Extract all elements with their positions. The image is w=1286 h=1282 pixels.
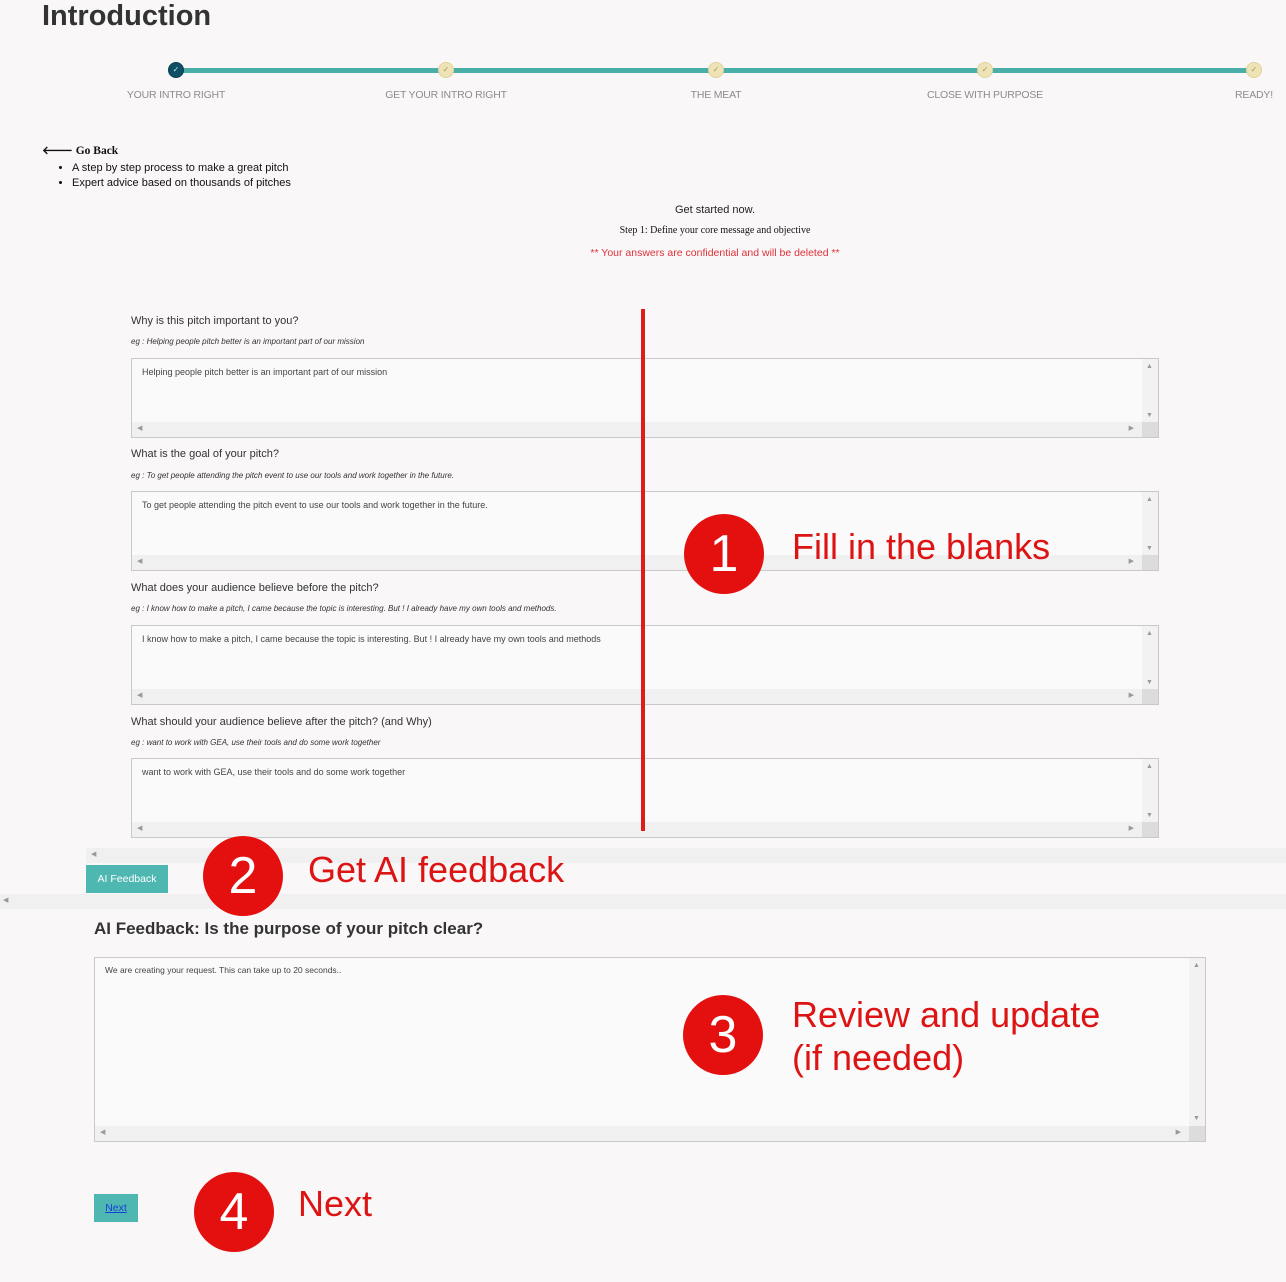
resize-handle[interactable] [1142,422,1158,437]
answer-text: Helping people pitch better is an import… [142,367,388,377]
step-check-icon: ✓ [708,62,724,78]
go-back-link[interactable]: 🡐 Go Back [42,143,118,157]
step-label: YOUR INTRO RIGHT [126,89,226,101]
vertical-scrollbar[interactable]: ▲ ▼ [1142,626,1158,690]
question-example: eg : Helping people pitch better is an i… [131,337,365,346]
scroll-left-icon[interactable]: ◀ [137,691,142,699]
annotation-text-fill-blanks: Fill in the blanks [792,526,1051,567]
scroll-right-icon[interactable]: ▶ [1129,824,1134,832]
step-get-your-intro-right[interactable]: ✓ GET YOUR INTRO RIGHT [346,58,546,101]
scroll-right-icon[interactable]: ▶ [1129,424,1134,432]
scroll-up-icon[interactable]: ▲ [1146,496,1153,503]
scroll-right-icon[interactable]: ▶ [1129,557,1134,565]
annotation-badge-1: 1 [684,514,764,594]
scroll-down-icon[interactable]: ▼ [1146,679,1153,686]
scroll-down-icon[interactable]: ▼ [1193,1115,1200,1122]
next-button[interactable]: Next [94,1194,138,1222]
step-check-icon: ✓ [438,62,454,78]
annotation-text-if-needed: (if needed) [792,1037,965,1078]
scroll-left-icon[interactable]: ◀ [137,557,142,565]
answer-text: I know how to make a pitch, I came becau… [142,634,601,644]
annotation-text-ai-feedback: Get AI feedback [308,849,565,890]
answer-text: want to work with GEA, use their tools a… [142,767,406,777]
scroll-right-icon[interactable]: ▶ [1176,1128,1181,1136]
page-title: Introduction [42,0,212,32]
resize-handle[interactable] [1142,822,1158,837]
feature-list: A step by step process to make a great p… [52,161,291,191]
ai-feedback-textarea[interactable]: We are creating your request. This can t… [94,957,1206,1142]
horizontal-scrollbar[interactable]: ◀ ▶ [95,1126,1189,1141]
ai-feedback-text: We are creating your request. This can t… [105,965,342,975]
resize-handle[interactable] [1142,689,1158,704]
question-example: eg : want to work with GEA, use their to… [131,738,381,747]
feature-item: Expert advice based on thousands of pitc… [72,176,291,191]
scroll-left-icon[interactable]: ◀ [137,824,142,832]
scroll-left-icon[interactable]: ◀ [91,850,96,858]
get-started-text: Get started now. [674,204,756,216]
scroll-down-icon[interactable]: ▼ [1146,412,1153,419]
horizontal-scrollbar[interactable]: ◀ ▶ [132,689,1142,704]
step-your-intro-right[interactable]: ✓ YOUR INTRO RIGHT [76,58,276,101]
answer-textarea-belief-before[interactable]: I know how to make a pitch, I came becau… [131,625,1159,705]
horizontal-scrollbar[interactable]: ◀ ▶ [132,822,1142,837]
resize-handle[interactable] [1189,1126,1205,1141]
answer-textarea-importance[interactable]: Helping people pitch better is an import… [131,358,1159,438]
scroll-up-icon[interactable]: ▲ [1146,363,1153,370]
question-label: Why is this pitch important to you? [131,315,299,327]
question-label: What does your audience believe before t… [131,582,379,594]
step-ready[interactable]: ✓ READY! [1154,58,1286,101]
annotation-text-next: Next [298,1183,373,1224]
scroll-left-icon[interactable]: ◀ [3,896,8,904]
step-close-with-purpose[interactable]: ✓ CLOSE WITH PURPOSE [885,58,1085,101]
resize-handle[interactable] [1142,555,1158,570]
step-check-icon: ✓ [1246,62,1262,78]
scroll-up-icon[interactable]: ▲ [1146,763,1153,770]
answer-text: To get people attending the pitch event … [142,500,488,510]
scroll-up-icon[interactable]: ▲ [1146,630,1153,637]
annotation-text-review: Review and update [792,994,1101,1035]
vertical-scrollbar[interactable]: ▲ ▼ [1142,492,1158,556]
step-label: CLOSE WITH PURPOSE [926,89,1043,101]
scroll-down-icon[interactable]: ▼ [1146,812,1153,819]
question-label: What is the goal of your pitch? [131,448,279,460]
scroll-left-icon[interactable]: ◀ [100,1128,105,1136]
ai-feedback-title: AI Feedback: Is the purpose of your pitc… [94,919,484,938]
feature-item: A step by step process to make a great p… [72,161,291,176]
question-label: What should your audience believe after … [131,716,432,728]
scroll-right-icon[interactable]: ▶ [1129,691,1134,699]
progress-stepper: ✓ YOUR INTRO RIGHT ✓ GET YOUR INTRO RIGH… [127,58,1280,108]
step-title: Step 1: Define your core message and obj… [619,225,811,236]
vertical-scrollbar[interactable]: ▲ ▼ [1142,759,1158,823]
step-current-check-icon: ✓ [168,62,184,78]
scroll-down-icon[interactable]: ▼ [1146,545,1153,552]
horizontal-scrollbar[interactable]: ◀ ▶ [132,422,1142,437]
page-horizontal-scrollbar[interactable]: ◀ [0,894,1286,909]
question-example: eg : To get people attending the pitch e… [131,471,455,480]
scroll-up-icon[interactable]: ▲ [1193,962,1200,969]
vertical-scrollbar[interactable]: ▲ ▼ [1142,359,1158,423]
step-the-meat[interactable]: ✓ THE MEAT [616,58,816,101]
step-label: GET YOUR INTRO RIGHT [385,89,507,101]
confidential-notice: ** Your answers are confidential and wil… [590,247,840,259]
annotation-divider-line [641,309,645,831]
answer-textarea-belief-after[interactable]: want to work with GEA, use their tools a… [131,758,1159,838]
step-check-icon: ✓ [977,62,993,78]
annotation-badge-3: 3 [683,995,763,1075]
annotation-badge-2: 2 [203,836,283,916]
step-label: READY! [1235,89,1273,101]
question-example: eg : I know how to make a pitch, I came … [131,604,557,613]
scroll-left-icon[interactable]: ◀ [137,424,142,432]
ai-feedback-button[interactable]: AI Feedback [86,865,168,893]
annotation-badge-4: 4 [194,1172,274,1252]
step-label: THE MEAT [690,89,742,101]
vertical-scrollbar[interactable]: ▲ ▼ [1189,958,1205,1126]
